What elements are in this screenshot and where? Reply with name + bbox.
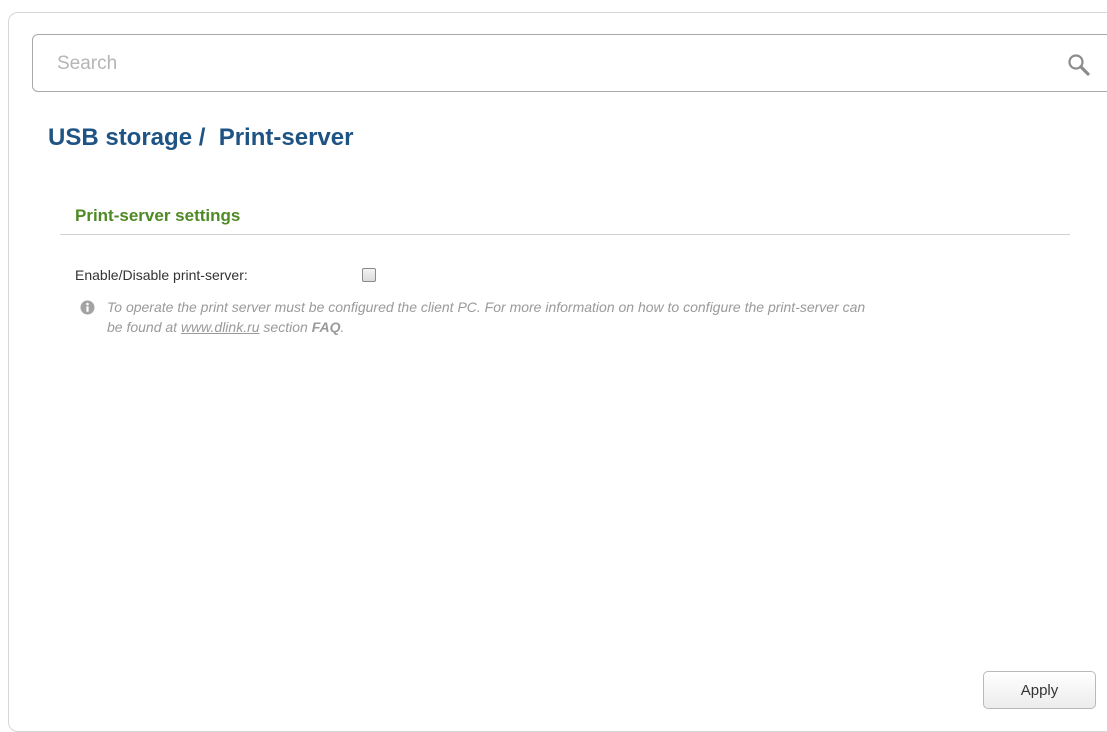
enable-print-server-label: Enable/Disable print-server: (75, 267, 248, 283)
info-hint-part-3: . (340, 319, 345, 335)
section-title: Print-server settings (75, 206, 241, 225)
content-panel (8, 12, 1107, 732)
apply-button[interactable]: Apply (983, 671, 1096, 709)
enable-print-server-checkbox[interactable] (362, 268, 376, 282)
info-hint-text: To operate the print server must be conf… (107, 297, 867, 337)
search-input[interactable] (55, 35, 1019, 93)
info-hint-part-2: section (259, 319, 312, 335)
page-title: USB storage / Print-server (48, 124, 354, 151)
info-icon (80, 300, 95, 315)
search-box[interactable] (32, 34, 1107, 93)
faq-text: FAQ (311, 319, 341, 335)
section-divider (60, 234, 1070, 235)
dlink-link[interactable]: www.dlink.ru (181, 319, 260, 335)
search-icon[interactable] (1066, 52, 1092, 78)
